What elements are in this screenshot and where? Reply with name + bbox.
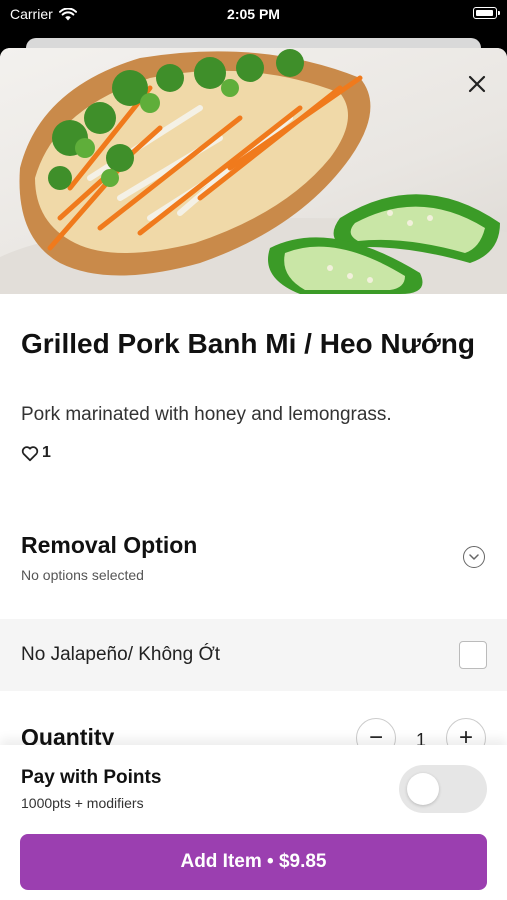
add-item-button[interactable]: Add Item • $9.85 bbox=[20, 834, 487, 890]
item-photo bbox=[0, 48, 507, 294]
like-count: 1 bbox=[42, 444, 51, 461]
status-time: 2:05 PM bbox=[227, 6, 280, 22]
option-row-no-jalapeno[interactable]: No Jalapeño/ Không Ớt bbox=[0, 619, 507, 691]
item-detail-sheet: Grilled Pork Banh Mi / Heo Nướng Pork ma… bbox=[0, 48, 507, 900]
item-description: Pork marinated with honey and lemongrass… bbox=[21, 404, 392, 425]
option-label: No Jalapeño/ Không Ớt bbox=[21, 644, 221, 665]
toggle-knob bbox=[407, 773, 439, 805]
chevron-down-icon bbox=[469, 554, 479, 560]
checkout-bar: Pay with Points 1000pts + modifiers Add … bbox=[0, 745, 507, 900]
heart-icon bbox=[21, 445, 39, 461]
pay-with-points-title: Pay with Points bbox=[21, 767, 162, 788]
banh-mi-illustration bbox=[0, 49, 507, 294]
removal-option-title: Removal Option bbox=[21, 532, 198, 558]
pay-with-points-subtitle: 1000pts + modifiers bbox=[21, 795, 144, 811]
close-icon bbox=[468, 75, 486, 93]
like-button[interactable]: 1 bbox=[21, 444, 51, 462]
item-title: Grilled Pork Banh Mi / Heo Nướng bbox=[21, 328, 476, 359]
removal-option-status: No options selected bbox=[21, 567, 144, 583]
status-bar: Carrier 2:05 PM bbox=[0, 0, 507, 30]
battery-icon bbox=[473, 7, 500, 19]
removal-option-toggle[interactable] bbox=[463, 546, 485, 568]
option-checkbox[interactable] bbox=[459, 641, 487, 669]
pay-with-points-toggle[interactable] bbox=[399, 765, 487, 813]
close-button[interactable] bbox=[463, 70, 491, 98]
